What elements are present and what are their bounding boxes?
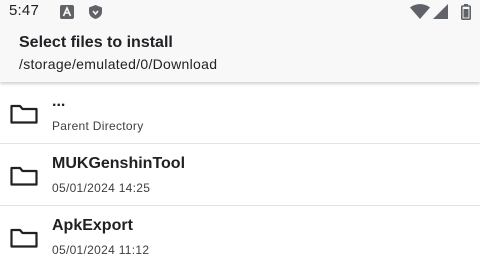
notification-a-icon: [60, 5, 74, 19]
current-path: /storage/emulated/0/Download: [19, 56, 218, 72]
status-bar: 5:47: [0, 0, 480, 24]
list-item-parent-directory[interactable]: ... Parent Directory: [0, 82, 480, 144]
item-date: 05/01/2024 14:25: [52, 181, 151, 195]
folder-icon: [10, 166, 38, 186]
folder-icon: [10, 228, 38, 248]
header: Select files to install /storage/emulate…: [0, 24, 480, 82]
item-date: 05/01/2024 11:12: [52, 243, 150, 257]
item-name: ApkExport: [52, 217, 133, 234]
page-title: Select files to install: [19, 34, 173, 51]
list-item-mukgenshintool[interactable]: MUKGenshinTool 05/01/2024 14:25: [0, 144, 480, 206]
item-subtitle: Parent Directory: [52, 119, 144, 133]
signal-icon: [433, 4, 448, 19]
wifi-icon: [410, 4, 430, 19]
battery-icon: [461, 4, 471, 20]
folder-icon: [10, 104, 38, 124]
item-name: MUKGenshinTool: [52, 155, 186, 172]
list-item-apkexport[interactable]: ApkExport 05/01/2024 11:12: [0, 206, 480, 268]
status-time: 5:47: [9, 2, 39, 19]
item-name: ...: [52, 93, 66, 110]
shield-icon: [89, 5, 102, 19]
status-right-icons: [408, 4, 474, 20]
